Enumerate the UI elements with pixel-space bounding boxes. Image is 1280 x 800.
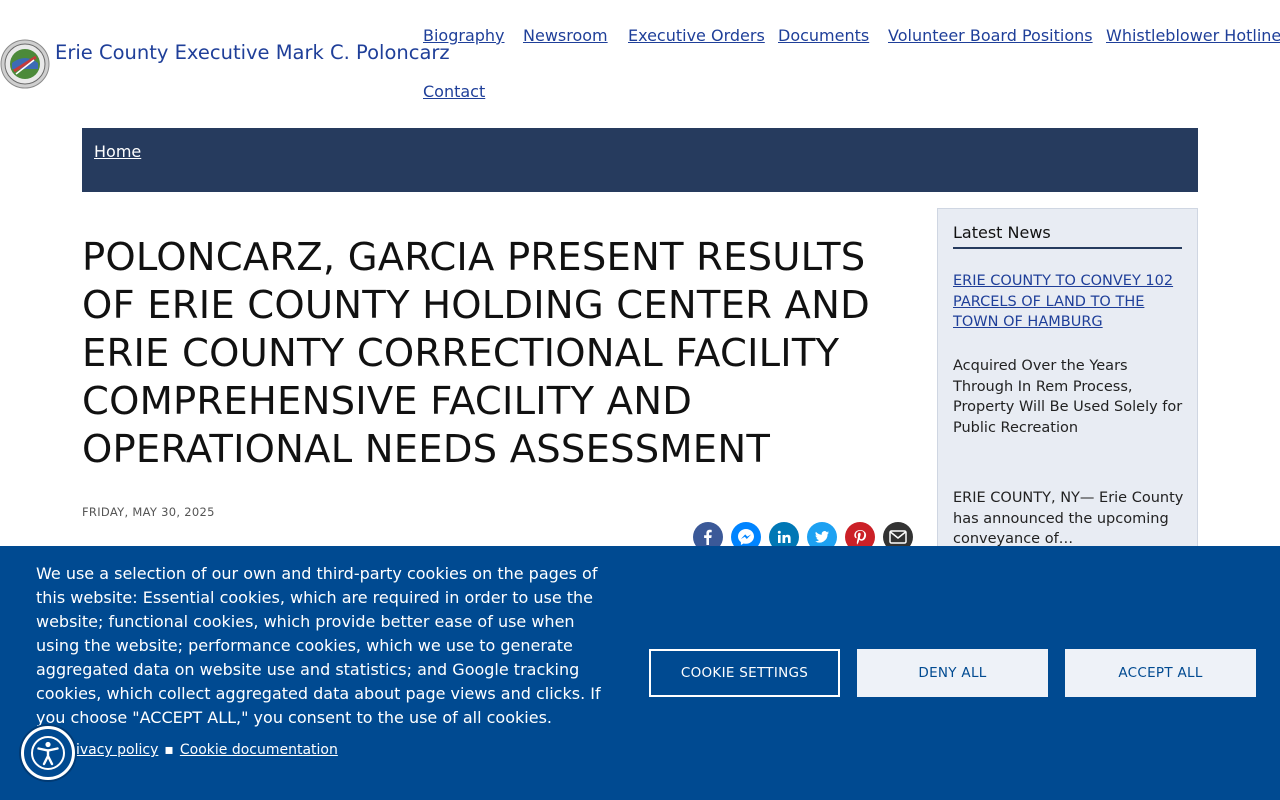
site-header: Erie County Executive Mark C. Poloncarz … (0, 0, 1280, 120)
nav-contact[interactable]: Contact (423, 82, 485, 101)
email-icon (889, 530, 907, 544)
cookie-documentation-link[interactable]: Cookie documentation (180, 742, 338, 758)
cookie-links: Privacy policy ▪ Cookie documentation (62, 742, 338, 758)
county-seal-icon (0, 39, 50, 89)
accessibility-icon (31, 736, 65, 770)
latest-news-item-excerpt: ERIE COUNTY, NY— Erie County has announc… (953, 490, 1184, 547)
nav-volunteer-board-positions[interactable]: Volunteer Board Positions (888, 26, 1093, 45)
nav-documents[interactable]: Documents (778, 26, 869, 45)
cookie-banner: We use a selection of our own and third-… (0, 546, 1280, 800)
article-date: FRIDAY, MAY 30, 2025 (82, 505, 215, 519)
nav-executive-orders[interactable]: Executive Orders (628, 26, 765, 45)
accessibility-widget-button[interactable] (21, 726, 75, 780)
nav-biography[interactable]: Biography (423, 26, 505, 45)
messenger-icon (738, 529, 754, 545)
latest-news-item-subtitle: Acquired Over the Years Through In Rem P… (953, 358, 1183, 436)
accept-all-button[interactable]: ACCEPT ALL (1065, 649, 1256, 697)
twitter-icon (815, 531, 829, 543)
privacy-policy-link[interactable]: Privacy policy (62, 742, 158, 758)
linkedin-icon (777, 530, 791, 543)
latest-news-item-link[interactable]: ERIE COUNTY TO CONVEY 102 PARCELS OF LAN… (953, 271, 1183, 333)
site-title-link[interactable]: Erie County Executive Mark C. Poloncarz (55, 41, 450, 64)
nav-whistleblower-hotline[interactable]: Whistleblower Hotline (1106, 26, 1280, 45)
page-title: POLONCARZ, GARCIA PRESENT RESULTS OF ERI… (82, 235, 870, 472)
cookie-settings-button[interactable]: COOKIE SETTINGS (649, 649, 840, 697)
link-separator: ▪ (164, 742, 174, 758)
breadcrumb: Home (82, 128, 1198, 192)
cookie-notice-text: We use a selection of our own and third-… (36, 564, 601, 727)
pinterest-icon (854, 530, 867, 545)
breadcrumb-home-link[interactable]: Home (94, 142, 141, 161)
facebook-icon (704, 529, 712, 545)
deny-all-button[interactable]: DENY ALL (857, 649, 1048, 697)
latest-news-heading: Latest News (953, 223, 1182, 249)
nav-newsroom[interactable]: Newsroom (523, 26, 608, 45)
